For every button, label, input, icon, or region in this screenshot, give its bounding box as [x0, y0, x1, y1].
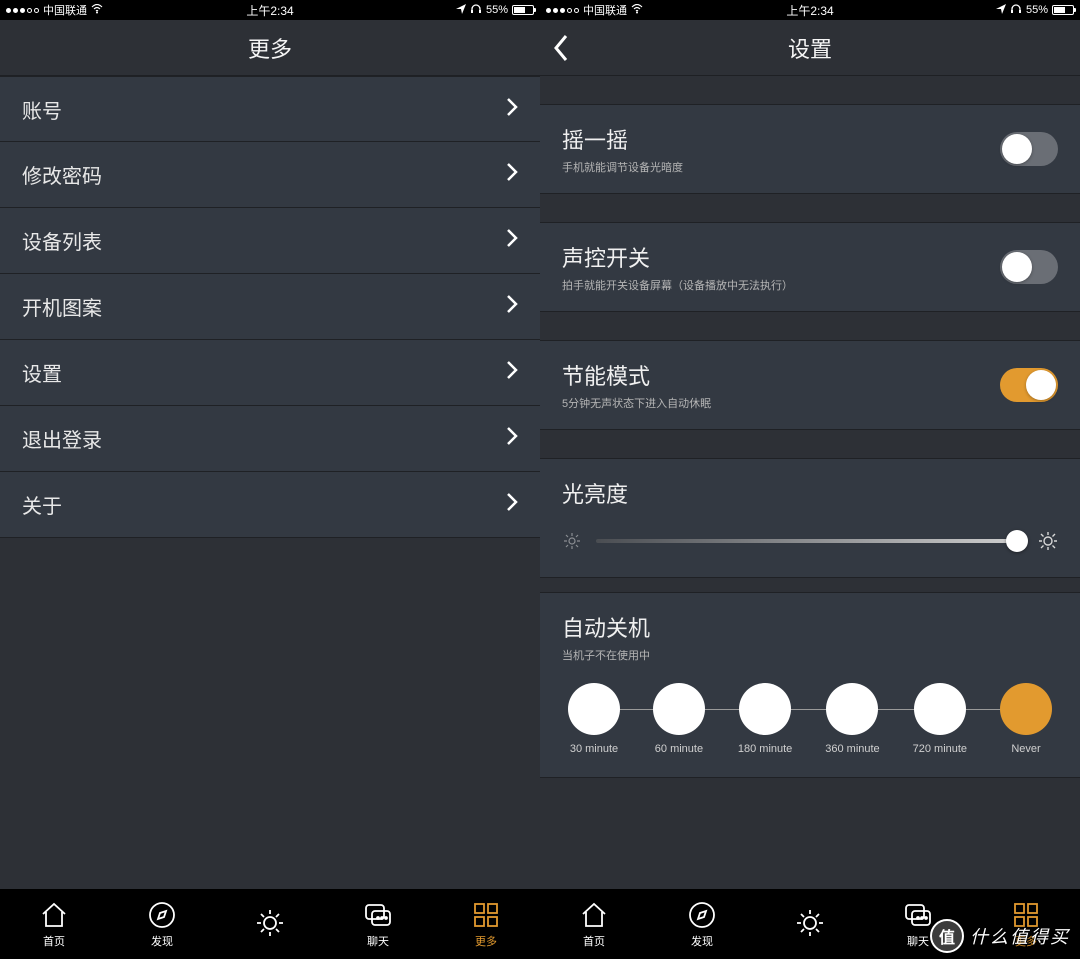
more-menu-list: 账号 修改密码 设备列表 开机图案 设置 退出登录	[0, 76, 540, 538]
setting-subtitle: 手机就能调节设备光暗度	[562, 159, 683, 175]
brightness-low-icon	[562, 531, 582, 551]
brightness-high-icon	[1038, 531, 1058, 551]
setting-title: 节能模式	[562, 359, 711, 391]
menu-item-settings[interactable]: 设置	[0, 340, 540, 406]
chevron-right-icon	[506, 426, 518, 451]
page-title: 设置	[788, 32, 832, 64]
auto-off-option-30[interactable]: 30 minute	[568, 683, 620, 755]
toggle-sound-control[interactable]	[1000, 250, 1058, 284]
menu-item-device-list[interactable]: 设备列表	[0, 208, 540, 274]
setting-subtitle: 拍手就能开关设备屏幕（设备播放中无法执行）	[562, 277, 793, 293]
carrier-label: 中国联通	[43, 2, 87, 18]
tab-bar: 首页 发现 聊天 更多	[0, 889, 540, 959]
slider-thumb[interactable]	[1006, 530, 1028, 552]
auto-off-option-720[interactable]: 720 minute	[913, 683, 967, 755]
toggle-shake[interactable]	[1000, 132, 1058, 166]
location-icon	[996, 4, 1006, 17]
menu-item-logout[interactable]: 退出登录	[0, 406, 540, 472]
auto-off-option-180[interactable]: 180 minute	[738, 683, 792, 755]
auto-off-title: 自动关机	[562, 611, 1058, 643]
phone-settings-screen: 中国联通 上午2:34 55% 设置	[540, 0, 1080, 959]
brightness-title: 光亮度	[562, 477, 1058, 509]
setting-title: 声控开关	[562, 241, 793, 273]
battery-pct-label: 55%	[1026, 4, 1048, 16]
menu-item-about[interactable]: 关于	[0, 472, 540, 538]
toggle-power-saving[interactable]	[1000, 368, 1058, 402]
tab-chat[interactable]: 聊天	[864, 889, 972, 959]
wifi-icon	[631, 4, 643, 17]
tab-brightness[interactable]	[216, 889, 324, 959]
phone-more-screen: 中国联通 上午2:34 55% 更多 账号 修改密码	[0, 0, 540, 959]
menu-item-account[interactable]: 账号	[0, 76, 540, 142]
tab-more[interactable]: 更多	[972, 889, 1080, 959]
clock-label: 上午2:34	[786, 2, 833, 19]
nav-header: 更多	[0, 20, 540, 76]
location-icon	[456, 4, 466, 17]
auto-off-option-360[interactable]: 360 minute	[825, 683, 879, 755]
auto-off-option-never[interactable]: Never	[1000, 683, 1052, 755]
setting-shake: 摇一摇 手机就能调节设备光暗度	[540, 105, 1080, 193]
setting-power-saving: 节能模式 5分钟无声状态下进入自动休眠	[540, 341, 1080, 429]
menu-item-change-password[interactable]: 修改密码	[0, 142, 540, 208]
headphones-icon	[470, 4, 482, 17]
chevron-right-icon	[506, 228, 518, 253]
setting-auto-off: 自动关机 当机子不在使用中 30 minute 60 minute 180 mi…	[540, 592, 1080, 778]
chevron-right-icon	[506, 162, 518, 187]
tab-home[interactable]: 首页	[540, 889, 648, 959]
setting-subtitle: 5分钟无声状态下进入自动休眠	[562, 395, 711, 411]
chevron-right-icon	[506, 360, 518, 385]
tab-brightness[interactable]	[756, 889, 864, 959]
auto-off-subtitle: 当机子不在使用中	[562, 647, 1058, 663]
status-bar: 中国联通 上午2:34 55%	[540, 0, 1080, 20]
tab-discover[interactable]: 发现	[648, 889, 756, 959]
setting-brightness: 光亮度	[540, 458, 1080, 578]
page-title: 更多	[248, 32, 292, 64]
tab-chat[interactable]: 聊天	[324, 889, 432, 959]
tab-discover[interactable]: 发现	[108, 889, 216, 959]
status-bar: 中国联通 上午2:34 55%	[0, 0, 540, 20]
chevron-right-icon	[506, 294, 518, 319]
carrier-label: 中国联通	[583, 2, 627, 18]
auto-off-option-60[interactable]: 60 minute	[653, 683, 705, 755]
auto-off-options: 30 minute 60 minute 180 minute 360 minut…	[562, 683, 1058, 755]
clock-label: 上午2:34	[246, 2, 293, 19]
chevron-right-icon	[506, 97, 518, 122]
chevron-right-icon	[506, 492, 518, 517]
nav-header: 设置	[540, 20, 1080, 76]
tab-home[interactable]: 首页	[0, 889, 108, 959]
battery-pct-label: 55%	[486, 4, 508, 16]
headphones-icon	[1010, 4, 1022, 17]
tab-bar: 首页 发现 聊天 更多	[540, 889, 1080, 959]
setting-title: 摇一摇	[562, 123, 683, 155]
battery-icon	[512, 5, 534, 15]
battery-icon	[1052, 5, 1074, 15]
brightness-slider[interactable]	[596, 539, 1024, 543]
menu-item-boot-pattern[interactable]: 开机图案	[0, 274, 540, 340]
signal-dots-icon	[6, 8, 39, 13]
back-button[interactable]	[552, 33, 570, 63]
setting-sound-control: 声控开关 拍手就能开关设备屏幕（设备播放中无法执行）	[540, 223, 1080, 311]
wifi-icon	[91, 4, 103, 17]
signal-dots-icon	[546, 8, 579, 13]
tab-more[interactable]: 更多	[432, 889, 540, 959]
